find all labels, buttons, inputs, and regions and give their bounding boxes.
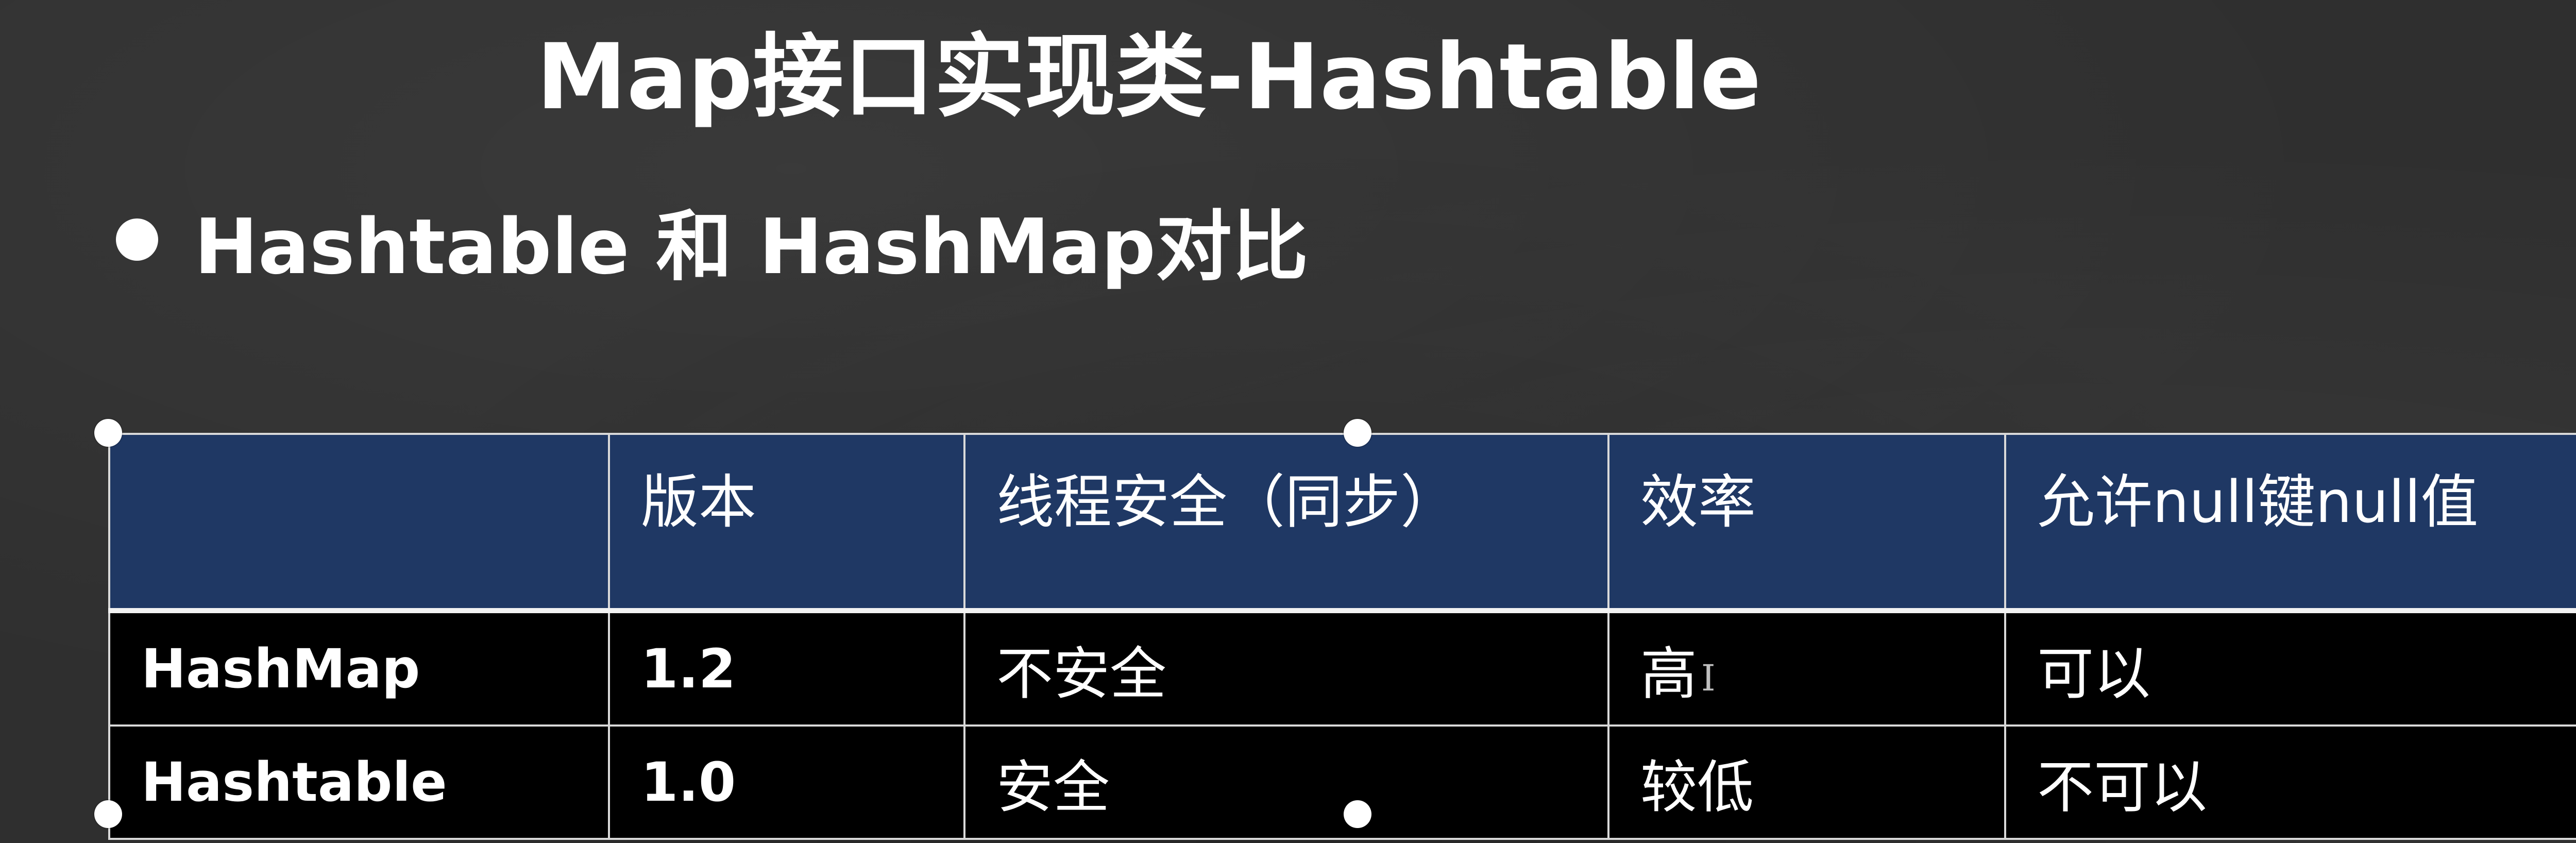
header-cell-allow-null: 允许null键null值 [2004, 433, 2576, 613]
bullet-text: Hashtable 和 HashMap对比 [194, 202, 1309, 291]
table-row-hashtable: Hashtable 1.0 安全 较低 不可以 [108, 724, 2576, 840]
comparison-table[interactable]: 版本 线程安全（同步） 效率 允许null键null值 HashMap 1.2 … [108, 433, 2576, 840]
table-row-hashmap: HashMap 1.2 不安全 高I 可以 [108, 610, 2576, 727]
table-header-row: 版本 线程安全（同步） 效率 允许null键null值 [108, 433, 2576, 613]
bullet-point: Hashtable 和 HashMap对比 [116, 183, 1308, 296]
table-cell-version: 1.0 [608, 724, 965, 840]
resize-handle-bottom-left[interactable] [94, 800, 122, 828]
header-cell-version: 版本 [608, 433, 965, 613]
table-cell-class-name: HashMap [108, 610, 610, 727]
resize-handle-top-left[interactable] [94, 419, 122, 447]
efficiency-value: 高 [1640, 641, 1697, 707]
resize-handle-top-middle[interactable] [1344, 419, 1371, 447]
table-cell-version: 1.2 [608, 610, 965, 727]
table-cell-efficiency: 较低 [1607, 724, 2006, 840]
text-cursor-icon: I [1701, 656, 1716, 699]
comparison-table-container[interactable]: 版本 线程安全（同步） 效率 允许null键null值 HashMap 1.2 … [108, 433, 2576, 840]
header-cell-efficiency: 效率 [1607, 433, 2006, 613]
table-cell-thread-safety: 安全 [963, 724, 1609, 840]
table-cell-class-name: Hashtable [108, 724, 610, 840]
header-cell-thread-safety: 线程安全（同步） [963, 433, 1609, 613]
resize-handle-bottom-middle[interactable] [1344, 800, 1371, 828]
table-cell-allow-null: 不可以 [2004, 724, 2576, 840]
bullet-dot-icon [116, 218, 158, 261]
slide-title: Map接口实现类-Hashtable [536, 24, 1761, 130]
table-cell-allow-null: 可以 [2004, 610, 2576, 727]
table-cell-thread-safety: 不安全 [963, 610, 1609, 727]
table-cell-efficiency[interactable]: 高I [1607, 610, 2006, 727]
header-cell-blank [108, 433, 610, 613]
